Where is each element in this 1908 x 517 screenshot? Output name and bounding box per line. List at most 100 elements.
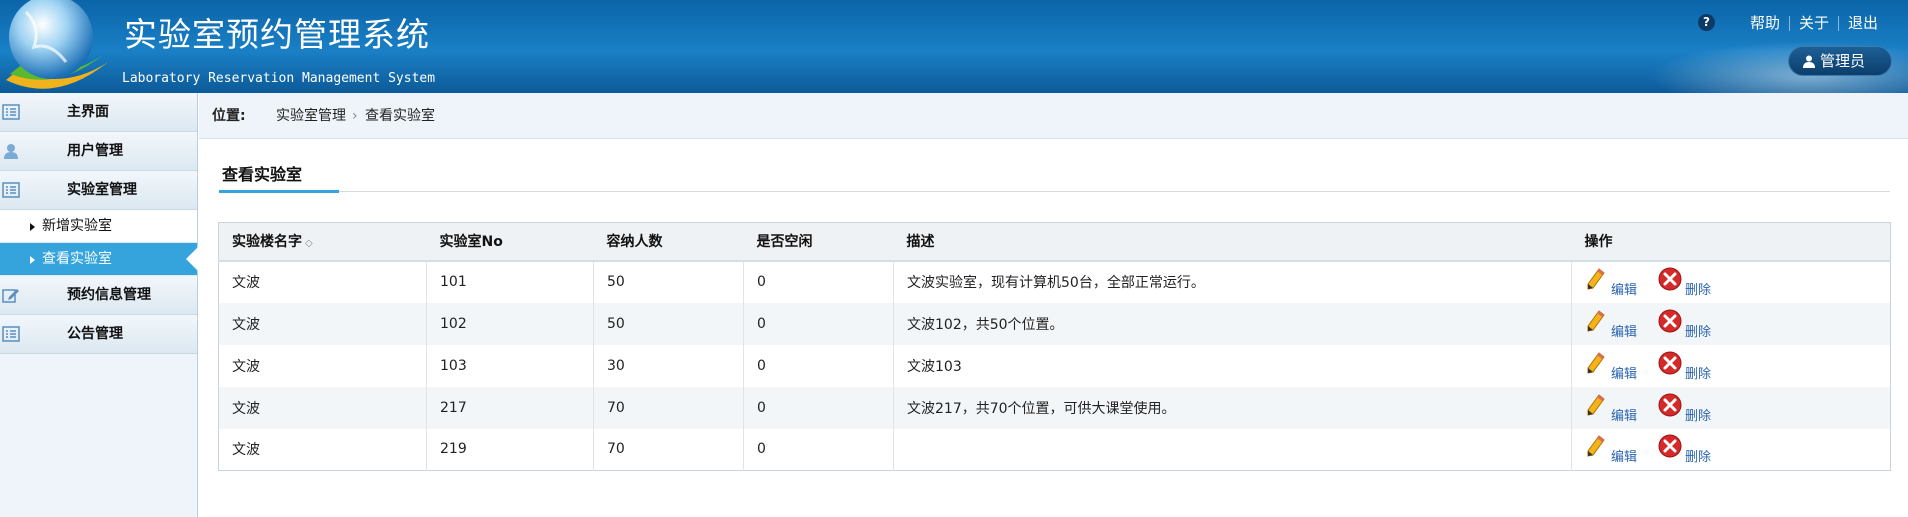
delete-icon bbox=[1658, 267, 1682, 291]
cell-description bbox=[893, 428, 1572, 471]
list-icon bbox=[2, 104, 20, 120]
app-subtitle: Laboratory Reservation Management System bbox=[122, 71, 436, 86]
edit-button[interactable]: 编辑 bbox=[1585, 434, 1637, 465]
help-icon[interactable]: ? bbox=[1698, 14, 1715, 31]
cell-actions: 编辑 删除 bbox=[1571, 302, 1891, 345]
sidebar-item-home[interactable]: 主界面 bbox=[0, 93, 197, 132]
table-row: 文波 102 50 0 文波102，共50个位置。 编辑 删除 bbox=[218, 302, 1891, 345]
logout-link[interactable]: 退出 bbox=[1848, 14, 1878, 32]
pencil-icon bbox=[1587, 351, 1605, 374]
sidebar: 主界面 用户管理 实验室管理 新增实验室 查看实验室 预约信息管理 公告管理 bbox=[0, 93, 198, 517]
delete-button[interactable]: 删除 bbox=[1657, 267, 1711, 298]
cell-actions: 编辑 删除 bbox=[1571, 260, 1891, 303]
cell-lab-no: 103 bbox=[426, 344, 594, 387]
sidebar-item-label: 公告管理 bbox=[67, 326, 123, 342]
breadcrumb-separator: › bbox=[352, 108, 358, 124]
list-icon bbox=[2, 326, 20, 342]
user-menu-button[interactable]: 管理员 bbox=[1788, 46, 1892, 76]
pencil-icon bbox=[1587, 268, 1605, 290]
breadcrumb-label: 位置: bbox=[212, 108, 246, 124]
column-header-description: 描述 bbox=[893, 222, 1572, 262]
cell-free: 0 bbox=[743, 302, 894, 345]
cell-building: 文波 bbox=[232, 442, 260, 459]
cell-actions: 编辑 删除 bbox=[1571, 344, 1891, 387]
cell-building: 文波 bbox=[218, 386, 427, 429]
cell-building: 文波 bbox=[232, 358, 260, 375]
delete-button[interactable]: 删除 bbox=[1657, 393, 1711, 424]
table-row: 文波 217 70 0 文波217，共70个位置，可供大课堂使用。 编辑 删除 bbox=[218, 386, 1891, 429]
delete-button[interactable]: 删除 bbox=[1657, 434, 1711, 465]
sidebar-item-label: 主界面 bbox=[67, 104, 109, 120]
sidebar-subitem-label: 新增实验室 bbox=[42, 218, 112, 234]
sidebar-subitem-view-labs[interactable]: 查看实验室 bbox=[0, 243, 198, 276]
sidebar-subitem-label: 查看实验室 bbox=[42, 251, 112, 267]
cell-lab-no: 217 bbox=[426, 386, 594, 429]
cell-lab-no: 219 bbox=[426, 428, 594, 471]
edit-button[interactable]: 编辑 bbox=[1585, 351, 1637, 382]
help-link[interactable]: 帮助 bbox=[1750, 14, 1780, 32]
column-header-capacity: 容纳人数 bbox=[593, 222, 744, 262]
top-links: 帮助 关于 退出 bbox=[1750, 12, 1878, 33]
sidebar-item-users[interactable]: 用户管理 bbox=[0, 132, 197, 171]
delete-button[interactable]: 删除 bbox=[1657, 351, 1711, 382]
table-row: 文波 103 30 0 文波103 编辑 删除 bbox=[219, 344, 1891, 387]
lab-table: 实验楼名字 ◇ 实验室No 容纳人数 是否空闲 描述 操作 文波 101 50 0 文波实… bbox=[218, 222, 1891, 471]
link-divider bbox=[1789, 16, 1791, 31]
cell-free: 0 bbox=[743, 344, 894, 387]
sidebar-item-label: 实验室管理 bbox=[67, 182, 137, 198]
edit-button[interactable]: 编辑 bbox=[1585, 267, 1637, 298]
sidebar-subitem-add-lab[interactable]: 新增实验室 bbox=[0, 210, 197, 243]
delete-icon bbox=[1658, 434, 1682, 458]
list-icon bbox=[2, 182, 20, 198]
cell-building: 文波 bbox=[218, 302, 427, 345]
column-header-lab-no: 实验室No bbox=[426, 222, 594, 262]
cell-description: 文波102，共50个位置。 bbox=[893, 302, 1572, 345]
column-header-label: 实验楼名字 bbox=[232, 234, 302, 251]
cell-description: 文波103 bbox=[893, 344, 1572, 387]
table-row: 文波 101 50 0 文波实验室，现有计算机50台，全部正常运行。 编辑 删除 bbox=[219, 260, 1891, 303]
cell-description: 文波实验室，现有计算机50台，全部正常运行。 bbox=[893, 260, 1572, 303]
caret-right-icon bbox=[30, 223, 35, 231]
breadcrumb-item-lab-management[interactable]: 实验室管理 bbox=[276, 93, 346, 139]
column-header-building[interactable]: 实验楼名字 ◇ bbox=[218, 222, 427, 262]
edit-icon bbox=[2, 289, 19, 303]
app-header: 实验室预约管理系统 Laboratory Reservation Managem… bbox=[0, 0, 1908, 93]
sidebar-item-label: 预约信息管理 bbox=[67, 287, 151, 303]
breadcrumb-item-view-labs[interactable]: 查看实验室 bbox=[365, 93, 435, 139]
pencil-icon bbox=[1587, 393, 1605, 416]
cell-capacity: 70 bbox=[593, 386, 744, 429]
cell-capacity: 30 bbox=[593, 344, 744, 387]
about-link[interactable]: 关于 bbox=[1799, 14, 1829, 32]
table-header-row: 实验楼名字 ◇ 实验室No 容纳人数 是否空闲 描述 操作 bbox=[218, 222, 1891, 262]
page-title-underline bbox=[219, 190, 339, 193]
column-header-actions: 操作 bbox=[1571, 222, 1891, 262]
edit-button[interactable]: 编辑 bbox=[1585, 393, 1637, 424]
cell-capacity: 70 bbox=[593, 428, 744, 471]
link-divider bbox=[1838, 16, 1840, 31]
sort-icon[interactable]: ◇ bbox=[305, 238, 313, 249]
table-row: 文波 219 70 0 编辑 删除 bbox=[219, 428, 1891, 471]
user-icon bbox=[1803, 55, 1815, 68]
sidebar-item-lab-management[interactable]: 实验室管理 bbox=[0, 171, 197, 210]
sidebar-item-reservations[interactable]: 预约信息管理 bbox=[0, 276, 197, 315]
column-header-free: 是否空闲 bbox=[743, 222, 894, 262]
delete-button[interactable]: 删除 bbox=[1657, 309, 1711, 340]
user-icon bbox=[4, 144, 18, 159]
user-name: 管理员 bbox=[1820, 52, 1866, 70]
pencil-icon bbox=[1587, 435, 1605, 457]
cell-lab-no: 102 bbox=[426, 302, 594, 345]
edit-button[interactable]: 编辑 bbox=[1585, 309, 1637, 340]
breadcrumb: 位置: 实验室管理 › 查看实验室 bbox=[199, 93, 1908, 139]
cell-lab-no: 101 bbox=[426, 260, 594, 303]
page-title-bar: 查看实验室 bbox=[219, 158, 1890, 193]
cell-capacity: 50 bbox=[593, 302, 744, 345]
cell-actions: 编辑 删除 bbox=[1571, 386, 1891, 429]
cell-free: 0 bbox=[743, 386, 894, 429]
cell-free: 0 bbox=[743, 428, 894, 471]
cell-building: 文波 bbox=[232, 275, 260, 291]
cell-description: 文波217，共70个位置，可供大课堂使用。 bbox=[893, 386, 1572, 429]
app-title: 实验室预约管理系统 bbox=[124, 15, 430, 54]
sidebar-item-announcements[interactable]: 公告管理 bbox=[0, 315, 197, 354]
cell-actions: 编辑 删除 bbox=[1571, 428, 1891, 471]
page-title: 查看实验室 bbox=[222, 165, 303, 184]
